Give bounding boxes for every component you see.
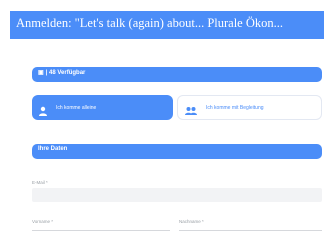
email-label: E-Mail *: [32, 180, 48, 185]
users-icon: [184, 103, 198, 115]
lastname-label: Nachname *: [179, 219, 204, 224]
attend-alone-option[interactable]: Ich komme alleine: [32, 95, 173, 120]
attend-with-companion-option[interactable]: Ich komme mit Begleitung: [177, 95, 322, 120]
registration-header: Anmelden: "Let's talk (again) about... P…: [10, 11, 324, 39]
lastname-field[interactable]: [179, 230, 322, 231]
attend-with-companion-label: Ich komme mit Begleitung: [206, 104, 264, 111]
user-icon: [38, 103, 48, 116]
firstname-field[interactable]: [32, 230, 170, 231]
firstname-label: Vorname *: [32, 219, 54, 224]
email-field[interactable]: [32, 188, 322, 202]
availability-label: | 48 Verfügbar: [45, 69, 86, 76]
your-data-section-bar: Ihre Daten: [32, 144, 322, 159]
availability-bar: ▣ | 48 Verfügbar: [32, 67, 322, 82]
your-data-section-label: Ihre Daten: [38, 146, 68, 152]
attend-alone-label: Ich komme alleine: [56, 104, 97, 111]
page-title: Anmelden: "Let's talk (again) about... P…: [16, 16, 284, 30]
ticket-icon: ▣: [38, 70, 44, 76]
